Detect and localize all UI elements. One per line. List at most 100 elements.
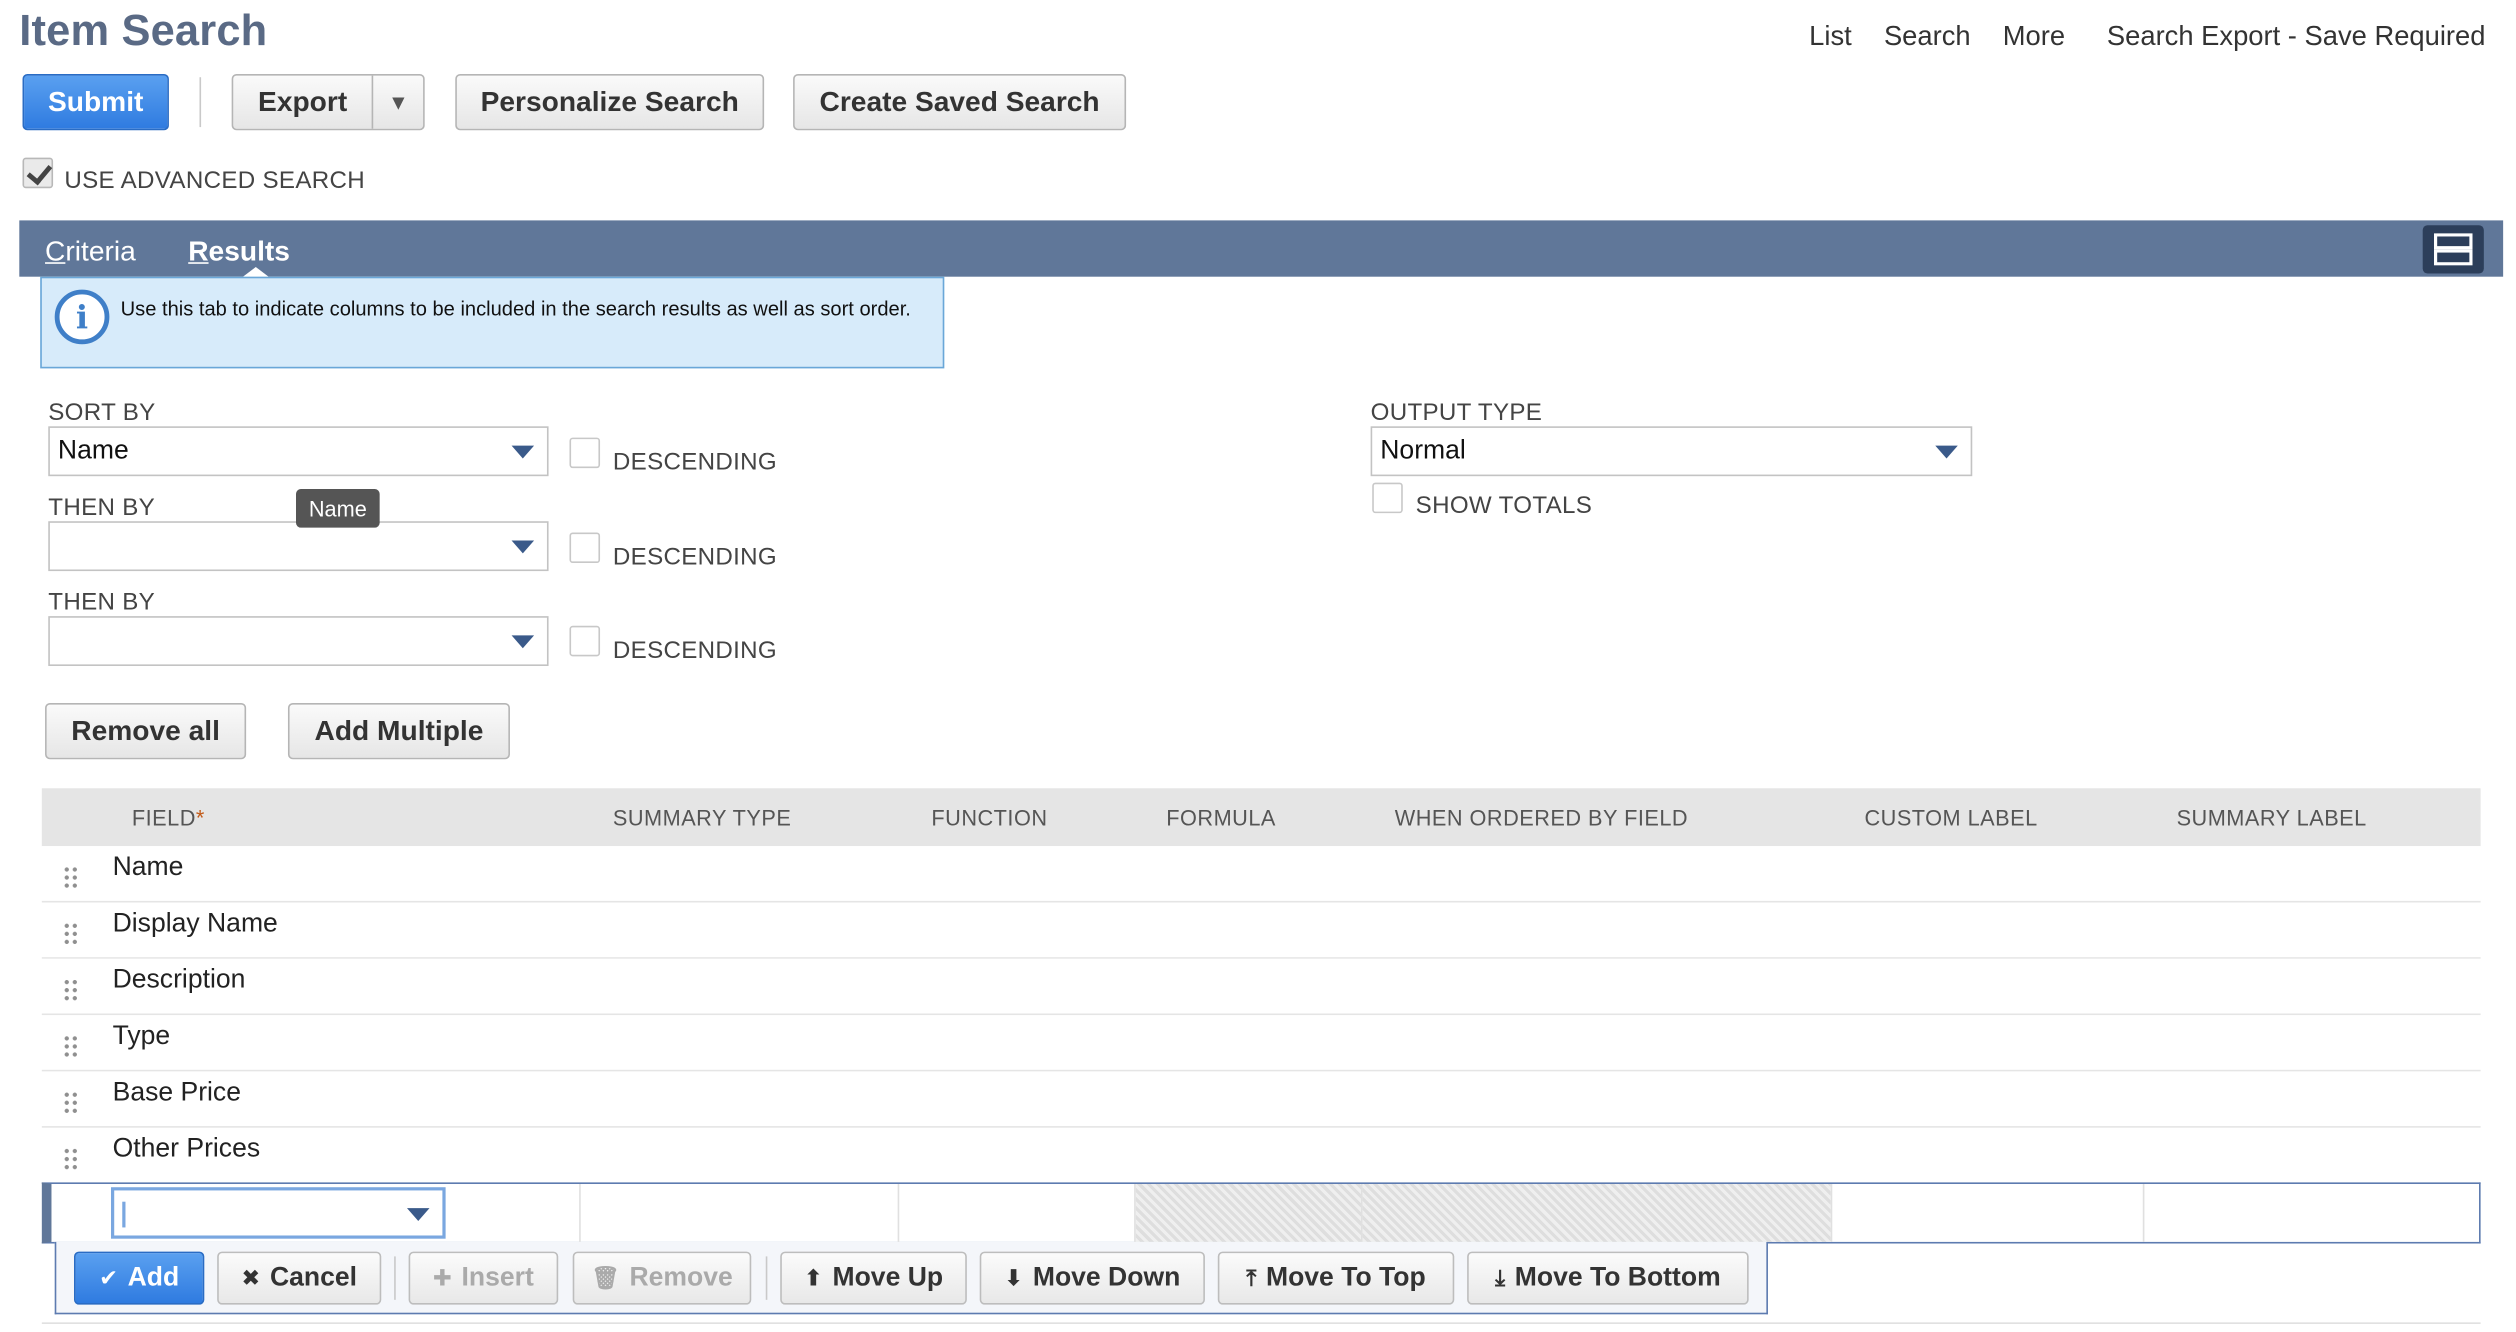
checkmark-icon: ✔ xyxy=(99,1264,118,1291)
then-by-2-descending-checkbox[interactable] xyxy=(569,625,601,657)
then-by-label-1: THEN BY xyxy=(48,493,156,522)
add-row-button[interactable]: ✔ Add xyxy=(74,1251,205,1305)
subtab-bar: Criteria Results xyxy=(19,220,2504,277)
remove-row-label: Remove xyxy=(629,1262,733,1292)
cancel-row-label: Cancel xyxy=(269,1262,358,1292)
table-row[interactable]: Name xyxy=(41,846,2481,903)
custom-label-cell[interactable] xyxy=(1830,1184,2143,1242)
tab-results[interactable]: Results xyxy=(188,235,290,269)
show-totals-label: SHOW TOTALS xyxy=(1415,492,1593,520)
drag-handle-icon[interactable] xyxy=(62,1147,79,1170)
column-header-summary-type[interactable]: SUMMARY TYPE xyxy=(613,806,791,830)
more-link[interactable]: More xyxy=(2003,21,2065,53)
row-action-toolbar: ✔ Add ✖ Cancel ✚ Insert 🗑 Remove ⬆ Move Up ⬇ M… xyxy=(54,1241,1768,1315)
layout-toggle-button[interactable] xyxy=(2422,225,2484,274)
sort-by-descending-checkbox[interactable] xyxy=(569,437,601,469)
column-header-function[interactable]: FUNCTION xyxy=(931,806,1047,830)
create-saved-search-button[interactable]: Create Saved Search xyxy=(793,74,1127,131)
plus-icon: ✚ xyxy=(432,1264,452,1291)
personalize-search-button[interactable]: Personalize Search xyxy=(455,74,765,131)
column-header-custom-label[interactable]: CUSTOM LABEL xyxy=(1864,806,2037,830)
insert-row-button[interactable]: ✚ Insert xyxy=(408,1251,559,1305)
add-multiple-button[interactable]: Add Multiple xyxy=(287,703,510,760)
info-icon: i xyxy=(54,289,110,345)
chevron-down-icon xyxy=(511,635,535,649)
column-header-when-ordered-by-field[interactable]: WHEN ORDERED BY FIELD xyxy=(1395,806,1688,830)
move-down-button[interactable]: ⬇ Move Down xyxy=(979,1251,1205,1305)
column-header-field[interactable]: FIELD* xyxy=(132,806,205,830)
advanced-search-checkbox[interactable] xyxy=(22,157,54,189)
advanced-search-label: USE ADVANCED SEARCH xyxy=(64,167,366,195)
move-to-bottom-icon: ⤓ xyxy=(1495,1264,1506,1291)
move-down-label: Move Down xyxy=(1032,1262,1181,1292)
toolbar-divider xyxy=(394,1256,396,1300)
drag-handle-icon[interactable] xyxy=(62,978,79,1001)
summary-type-cell[interactable] xyxy=(579,1184,898,1242)
column-header-field-label: FIELD xyxy=(131,805,196,831)
search-link[interactable]: Search xyxy=(1884,21,1971,53)
row-field-name: Display Name xyxy=(112,908,278,938)
function-cell[interactable] xyxy=(897,1184,1134,1242)
add-row-label: Add xyxy=(127,1262,180,1292)
drag-handle-icon[interactable] xyxy=(62,1034,79,1057)
sort-by-descending-label: DESCENDING xyxy=(612,448,778,477)
table-row[interactable]: Other Prices xyxy=(41,1128,2481,1185)
then-by-1-descending-label: DESCENDING xyxy=(612,543,778,572)
new-row-field-select[interactable] xyxy=(111,1187,446,1239)
text-cursor xyxy=(122,1201,126,1228)
toolbar-divider xyxy=(199,77,202,128)
export-button-label: Export xyxy=(258,85,348,118)
then-by-1-descending-checkbox[interactable] xyxy=(569,532,601,564)
then-by-select-1[interactable] xyxy=(48,521,549,572)
arrow-down-icon: ⬇ xyxy=(1004,1264,1024,1291)
row-field-name: Other Prices xyxy=(112,1134,261,1164)
move-to-top-label: Move To Top xyxy=(1265,1262,1426,1292)
tab-results-label: esults xyxy=(208,234,290,268)
page-title: Item Search xyxy=(19,6,268,55)
output-type-value: Normal xyxy=(1380,435,1466,465)
drag-handle-icon[interactable] xyxy=(62,865,79,889)
table-row[interactable]: Base Price xyxy=(41,1071,2481,1128)
move-to-bottom-button[interactable]: ⤓ Move To Bottom xyxy=(1467,1251,1749,1305)
search-export-link[interactable]: Search Export - Save Required xyxy=(2107,21,2486,53)
move-up-button[interactable]: ⬆ Move Up xyxy=(780,1251,967,1305)
table-row[interactable]: Type xyxy=(41,1015,2481,1072)
cancel-row-button[interactable]: ✖ Cancel xyxy=(217,1251,382,1305)
tab-results-access-key: R xyxy=(188,234,209,268)
sort-by-value: Name xyxy=(57,435,129,465)
tab-criteria-access-key: C xyxy=(45,234,66,268)
output-type-label: OUTPUT TYPE xyxy=(1370,398,1543,427)
remove-row-button[interactable]: 🗑 Remove xyxy=(572,1251,752,1305)
chevron-down-icon xyxy=(511,445,535,459)
remove-all-button[interactable]: Remove all xyxy=(45,703,247,760)
column-header-formula[interactable]: FORMULA xyxy=(1166,806,1276,830)
summary-label-cell[interactable] xyxy=(2142,1184,2479,1242)
sort-by-label: SORT BY xyxy=(48,398,156,427)
list-link[interactable]: List xyxy=(1809,21,1852,53)
table-row[interactable]: Description xyxy=(41,958,2481,1016)
column-header-summary-label[interactable]: SUMMARY LABEL xyxy=(2177,806,2367,830)
output-type-select[interactable]: Normal xyxy=(1370,426,1973,477)
table-row[interactable]: Display Name xyxy=(41,902,2481,959)
drag-handle-icon[interactable] xyxy=(62,1090,79,1114)
move-up-label: Move Up xyxy=(832,1262,944,1292)
layout-icon xyxy=(2433,233,2473,266)
new-row-editor[interactable] xyxy=(41,1182,2481,1244)
then-by-select-2[interactable] xyxy=(48,616,549,667)
top-nav-links: List Search More Search Export - Save Re… xyxy=(1777,21,2485,53)
submit-button[interactable]: Submit xyxy=(22,74,169,131)
show-totals-checkbox[interactable] xyxy=(1372,482,1403,514)
move-to-top-button[interactable]: ⤒ Move To Top xyxy=(1217,1251,1455,1305)
row-field-name: Type xyxy=(112,1021,171,1051)
drag-handle-icon[interactable] xyxy=(62,921,79,945)
required-marker: * xyxy=(195,805,205,831)
tooltip: Name xyxy=(296,489,380,528)
info-message-text: Use this tab to indicate columns to be i… xyxy=(120,297,911,321)
grid-bottom-border xyxy=(41,1322,2481,1324)
tab-criteria-label: riteria xyxy=(65,234,136,268)
sort-by-select[interactable]: Name xyxy=(48,426,549,477)
tab-criteria[interactable]: Criteria xyxy=(45,235,136,269)
when-ordered-by-cell-disabled xyxy=(1360,1184,1831,1242)
export-button[interactable]: Export ▼ xyxy=(231,74,425,131)
chevron-down-icon[interactable]: ▼ xyxy=(374,90,423,114)
